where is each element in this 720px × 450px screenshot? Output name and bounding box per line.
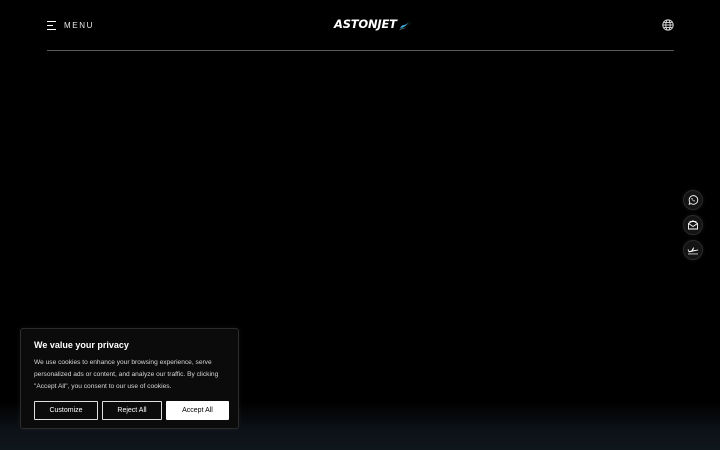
site-header: MENU ASTONJET	[47, 0, 674, 51]
globe-icon[interactable]	[662, 19, 674, 31]
astonjet-logo[interactable]: ASTONJET	[334, 17, 412, 31]
logo-wordmark: ASTONJET	[334, 17, 397, 31]
cookie-description: We use cookies to enhance your browsing …	[34, 359, 219, 390]
menu-label: MENU	[64, 20, 94, 30]
reject-all-button[interactable]: Reject All	[102, 401, 162, 420]
flight-button[interactable]	[683, 240, 703, 260]
side-action-buttons	[683, 190, 703, 260]
email-button[interactable]	[683, 215, 703, 235]
whatsapp-icon	[688, 195, 699, 205]
whatsapp-button[interactable]	[683, 190, 703, 210]
accept-all-button[interactable]: Accept All	[166, 401, 229, 420]
page: MENU ASTONJET We value your privacy We u…	[0, 0, 720, 450]
cookie-title: We value your privacy	[34, 340, 129, 350]
menu-button[interactable]: MENU	[47, 18, 94, 32]
logo-swoosh-icon	[398, 19, 412, 30]
hamburger-icon	[47, 20, 56, 30]
cookie-actions: Customize Reject All Accept All	[34, 401, 229, 420]
cookie-consent-banner: We value your privacy We use cookies to …	[20, 328, 239, 429]
airplane-icon	[687, 247, 699, 255]
mail-icon	[688, 220, 698, 230]
customize-button[interactable]: Customize	[34, 401, 98, 420]
